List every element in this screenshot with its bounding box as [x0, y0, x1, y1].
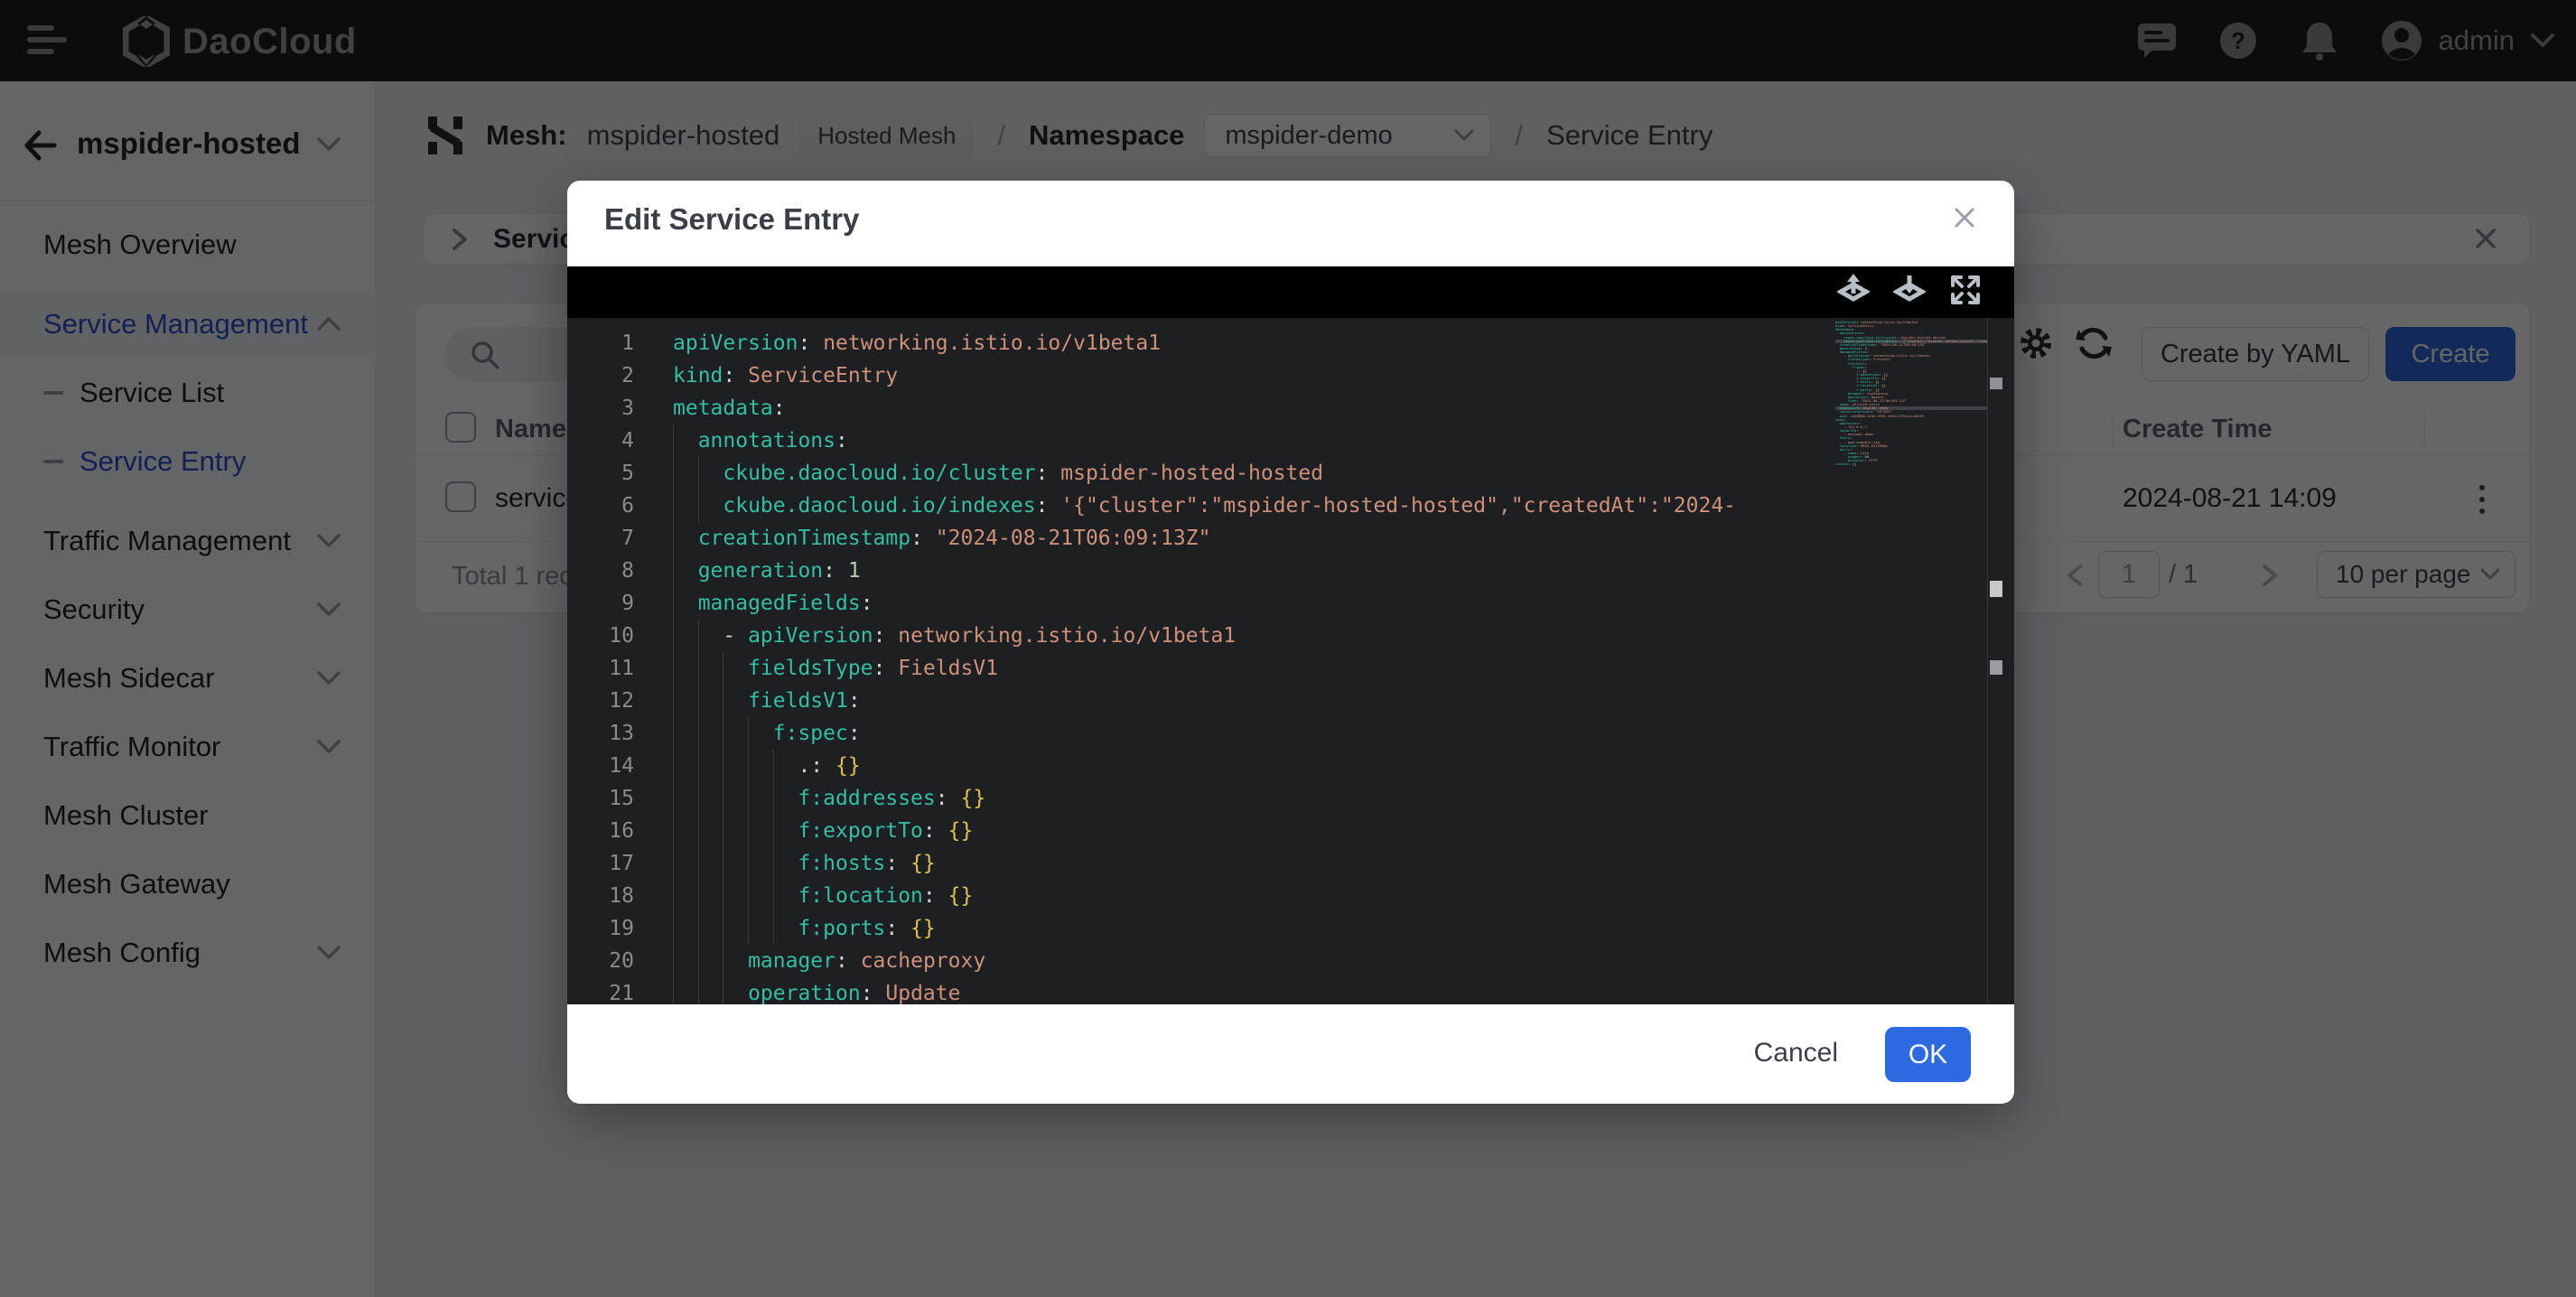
line-code: ckube.daocloud.io/indexes: '{"cluster":"… [673, 490, 1797, 522]
editor-line[interactable]: 10- apiVersion: networking.istio.io/v1be… [567, 620, 1835, 652]
editor-line[interactable]: 14.: {} [567, 750, 1835, 782]
scrollbar-marker [1990, 660, 2002, 675]
line-code: creationTimestamp: "2024-08-21T06:09:13Z… [673, 522, 1797, 555]
line-code: kind: ServiceEntry [673, 359, 1797, 392]
editor-line[interactable]: 17f:hosts: {} [567, 847, 1835, 880]
edit-service-entry-modal: Edit Service Entry 1apiVersion: networki… [567, 181, 2014, 1104]
line-code: f:addresses: {} [673, 782, 1797, 815]
editor-line[interactable]: 1apiVersion: networking.istio.io/v1beta1 [567, 327, 1835, 359]
editor-line[interactable]: 16f:exportTo: {} [567, 815, 1835, 847]
modal-header: Edit Service Entry [567, 181, 2014, 266]
editor-line[interactable]: 12fieldsV1: [567, 685, 1835, 717]
line-code: f:exportTo: {} [673, 815, 1797, 847]
line-number: 8 [567, 555, 673, 587]
editor-line[interactable]: 19f:ports: {} [567, 912, 1835, 945]
line-number: 15 [567, 782, 673, 815]
line-number: 11 [567, 652, 673, 685]
editor-minimap[interactable]: apiVersion: networking.istio.io/v1beta1k… [1835, 321, 1987, 1002]
line-number: 18 [567, 880, 673, 912]
line-code: ckube.daocloud.io/cluster: mspider-hoste… [673, 457, 1797, 490]
editor-line[interactable]: 6ckube.daocloud.io/indexes: '{"cluster":… [567, 490, 1835, 522]
line-number: 16 [567, 815, 673, 847]
editor-scrollbar[interactable] [1987, 318, 2014, 1004]
editor-line[interactable]: 15f:addresses: {} [567, 782, 1835, 815]
modal-close-icon[interactable] [1951, 204, 1978, 231]
line-number: 7 [567, 522, 673, 555]
line-code: managedFields: [673, 587, 1797, 620]
line-number: 9 [567, 587, 673, 620]
line-code: apiVersion: networking.istio.io/v1beta1 [673, 327, 1797, 359]
download-icon[interactable] [1893, 274, 1926, 306]
line-number: 21 [567, 977, 673, 1004]
line-code: f:hosts: {} [673, 847, 1797, 880]
line-number: 3 [567, 392, 673, 425]
line-code: fieldsType: FieldsV1 [673, 652, 1797, 685]
modal-footer: Cancel OK [567, 1004, 2014, 1103]
scrollbar-marker [1990, 378, 2002, 389]
scrollbar-marker [1990, 581, 2002, 597]
modal-title: Edit Service Entry [604, 202, 859, 237]
line-number: 12 [567, 685, 673, 717]
editor-code[interactable]: 1apiVersion: networking.istio.io/v1beta1… [567, 327, 1835, 1004]
line-number: 17 [567, 847, 673, 880]
line-code: operation: Update [673, 977, 1797, 1004]
editor-line[interactable]: 4annotations: [567, 425, 1835, 457]
line-number: 1 [567, 327, 673, 359]
line-code: f:spec: [673, 717, 1797, 750]
line-code: f:ports: {} [673, 912, 1797, 945]
ok-button[interactable]: OK [1885, 1027, 1971, 1082]
editor-toolbar [567, 266, 2014, 318]
cancel-button[interactable]: Cancel [1754, 1038, 1838, 1068]
editor-line[interactable]: 20manager: cacheproxy [567, 945, 1835, 977]
line-code: fieldsV1: [673, 685, 1797, 717]
line-code: .: {} [673, 750, 1797, 782]
fullscreen-icon[interactable] [1949, 274, 1982, 306]
line-code: metadata: [673, 392, 1797, 425]
line-code: - apiVersion: networking.istio.io/v1beta… [673, 620, 1797, 652]
minimap-line: status: {} [1835, 462, 1987, 466]
editor-line[interactable]: 21operation: Update [567, 977, 1835, 1004]
line-number: 19 [567, 912, 673, 945]
line-number: 14 [567, 750, 673, 782]
editor-line[interactable]: 5ckube.daocloud.io/cluster: mspider-host… [567, 457, 1835, 490]
line-number: 13 [567, 717, 673, 750]
upload-icon[interactable] [1837, 274, 1870, 306]
editor-line[interactable]: 11fieldsType: FieldsV1 [567, 652, 1835, 685]
editor-line[interactable]: 9managedFields: [567, 587, 1835, 620]
yaml-editor[interactable]: 1apiVersion: networking.istio.io/v1beta1… [567, 318, 2014, 1004]
line-number: 5 [567, 457, 673, 490]
line-code: annotations: [673, 425, 1797, 457]
editor-line[interactable]: 2kind: ServiceEntry [567, 359, 1835, 392]
screen: DaoCloud ? admin [0, 0, 2576, 1297]
editor-line[interactable]: 13f:spec: [567, 717, 1835, 750]
editor-line[interactable]: 18f:location: {} [567, 880, 1835, 912]
line-number: 4 [567, 425, 673, 457]
line-number: 2 [567, 359, 673, 392]
editor-line[interactable]: 7creationTimestamp: "2024-08-21T06:09:13… [567, 522, 1835, 555]
line-code: manager: cacheproxy [673, 945, 1797, 977]
line-number: 10 [567, 620, 673, 652]
line-code: f:location: {} [673, 880, 1797, 912]
line-number: 20 [567, 945, 673, 977]
editor-line[interactable]: 3metadata: [567, 392, 1835, 425]
editor-line[interactable]: 8generation: 1 [567, 555, 1835, 587]
line-code: generation: 1 [673, 555, 1797, 587]
line-number: 6 [567, 490, 673, 522]
